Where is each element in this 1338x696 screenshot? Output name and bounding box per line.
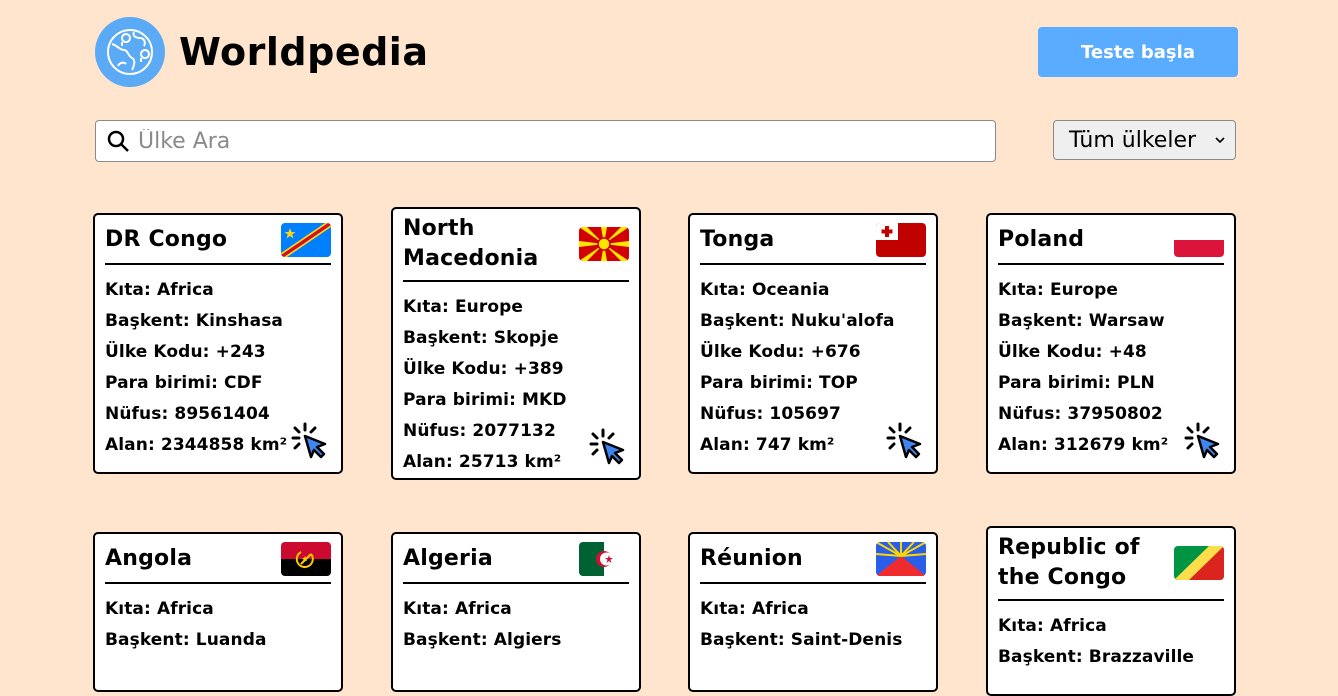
country-card[interactable]: Algeria Kıta: Africa Başkent: Algiers bbox=[391, 532, 641, 692]
header: Worldpedia Teste başla bbox=[95, 17, 1238, 87]
country-code-row: Ülke Kodu: +676 bbox=[700, 342, 861, 362]
filter-selected-value: Tüm ülkeler bbox=[1069, 127, 1197, 153]
country-card[interactable]: Angola Kıta: Africa Başkent: Luanda bbox=[93, 532, 343, 692]
country-card[interactable]: Tonga Kıta: Oceania Başkent: Nuku'alofa … bbox=[688, 213, 938, 474]
country-name: Algeria bbox=[403, 546, 493, 571]
capital-row: Başkent: Kinshasa bbox=[105, 311, 283, 331]
country-code-row: Ülke Kodu: +389 bbox=[403, 359, 564, 379]
country-card[interactable]: Republic of the Congo Kıta: Africa Başke… bbox=[986, 526, 1236, 696]
click-cursor-icon[interactable] bbox=[291, 422, 329, 460]
card-header: DR Congo bbox=[105, 223, 331, 265]
country-code-row: Ülke Kodu: +48 bbox=[998, 342, 1147, 362]
currency-row: Para birimi: MKD bbox=[403, 390, 567, 410]
continent-row: Kıta: Europe bbox=[403, 297, 524, 317]
click-cursor-icon[interactable] bbox=[886, 422, 924, 460]
card-header: Angola bbox=[105, 542, 331, 584]
card-header: Republic of the Congo bbox=[998, 533, 1224, 601]
continent-row: Kıta: Oceania bbox=[700, 280, 830, 300]
continent-row: Kıta: Africa bbox=[700, 599, 809, 619]
tonga-flag-icon bbox=[876, 223, 926, 257]
search-bar bbox=[95, 120, 996, 162]
algeria-flag-icon bbox=[579, 542, 629, 576]
country-name: Angola bbox=[105, 546, 193, 571]
card-header: Poland bbox=[998, 223, 1224, 265]
country-card[interactable]: DR Congo Kıta: Africa Başkent: Kinshasa … bbox=[93, 213, 343, 474]
country-name: North Macedonia bbox=[403, 216, 539, 271]
brand-title: Worldpedia bbox=[179, 30, 429, 74]
capital-row: Başkent: Luanda bbox=[105, 630, 267, 650]
country-name: Tonga bbox=[700, 227, 775, 252]
north-macedonia-flag-icon bbox=[579, 227, 629, 261]
country-name: Réunion bbox=[700, 546, 803, 571]
continent-row: Kıta: Africa bbox=[403, 599, 512, 619]
dr-congo-flag-icon bbox=[281, 223, 331, 257]
capital-row: Başkent: Skopje bbox=[403, 328, 559, 348]
card-header: Tonga bbox=[700, 223, 926, 265]
capital-row: Başkent: Brazzaville bbox=[998, 647, 1195, 667]
capital-row: Başkent: Warsaw bbox=[998, 311, 1165, 331]
continent-row: Kıta: Africa bbox=[105, 280, 214, 300]
capital-row: Başkent: Algiers bbox=[403, 630, 562, 650]
capital-row: Başkent: Saint-Denis bbox=[700, 630, 903, 650]
card-header: Algeria bbox=[403, 542, 629, 584]
currency-row: Para birimi: CDF bbox=[105, 373, 263, 393]
country-code-row: Ülke Kodu: +243 bbox=[105, 342, 266, 362]
country-card[interactable]: Réunion Kıta: Africa Başkent: Saint-Deni… bbox=[688, 532, 938, 692]
click-cursor-icon[interactable] bbox=[589, 428, 627, 466]
country-card[interactable]: Poland Kıta: Europe Başkent: Warsaw Ülke… bbox=[986, 213, 1236, 474]
country-name: DR Congo bbox=[105, 227, 228, 252]
capital-row: Başkent: Nuku'alofa bbox=[700, 311, 895, 331]
country-name: Poland bbox=[998, 227, 1085, 252]
search-icon bbox=[107, 130, 129, 152]
reunion-flag-icon bbox=[876, 542, 926, 576]
chevron-down-icon bbox=[1215, 133, 1225, 147]
continent-filter-select[interactable]: Tüm ülkeler bbox=[1053, 120, 1236, 160]
card-header: Réunion bbox=[700, 542, 926, 584]
continent-row: Kıta: Europe bbox=[998, 280, 1119, 300]
country-card[interactable]: North Macedonia Kıta: Europe Başkent: Sk… bbox=[391, 207, 641, 480]
currency-row: Para birimi: PLN bbox=[998, 373, 1155, 393]
poland-flag-icon bbox=[1174, 223, 1224, 257]
globe-logo-icon bbox=[95, 17, 165, 87]
continent-row: Kıta: Africa bbox=[998, 616, 1107, 636]
start-test-button[interactable]: Teste başla bbox=[1038, 27, 1238, 77]
click-cursor-icon[interactable] bbox=[1184, 422, 1222, 460]
angola-flag-icon bbox=[281, 542, 331, 576]
continent-row: Kıta: Africa bbox=[105, 599, 214, 619]
republic-of-congo-flag-icon bbox=[1174, 546, 1224, 580]
currency-row: Para birimi: TOP bbox=[700, 373, 858, 393]
card-header: North Macedonia bbox=[403, 214, 629, 282]
country-name: Republic of the Congo bbox=[998, 535, 1140, 590]
search-input[interactable] bbox=[136, 122, 980, 160]
